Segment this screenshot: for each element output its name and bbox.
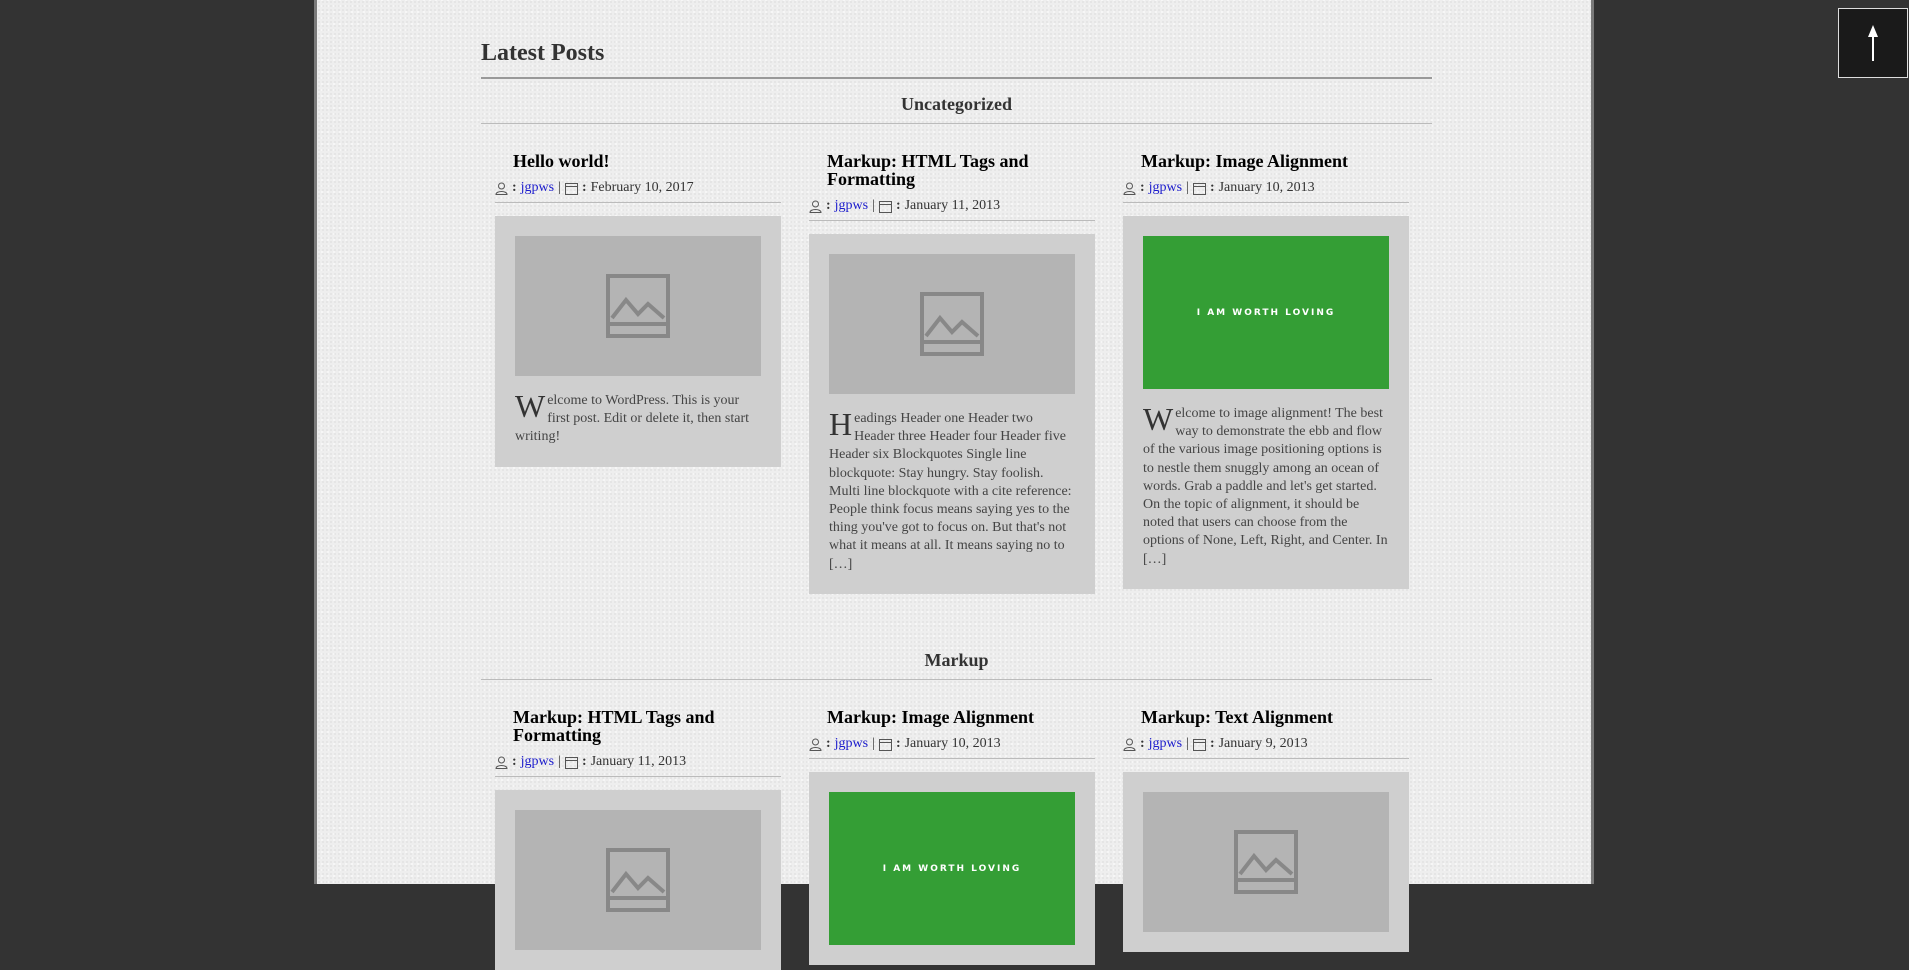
- user-icon: [809, 200, 822, 213]
- post-meta: : jgpws | : January 10, 2013: [1123, 180, 1409, 203]
- post-thumbnail[interactable]: I AM WORTH LOVING: [1143, 236, 1389, 389]
- post-date: February 10, 2017: [590, 180, 694, 195]
- calendar-icon: [1192, 182, 1206, 195]
- category-title[interactable]: Uncategorized: [481, 94, 1432, 124]
- page-container: Latest Posts Uncategorized Hello world! …: [314, 0, 1594, 970]
- post-title[interactable]: Markup: Text Alignment: [1123, 708, 1409, 726]
- author-link[interactable]: jgpws: [521, 754, 554, 770]
- post-excerpt-card: [1123, 772, 1409, 952]
- author-link[interactable]: jgpws: [835, 736, 868, 752]
- author-link[interactable]: jgpws: [521, 180, 554, 196]
- calendar-icon: [564, 182, 578, 195]
- post-excerpt: Welcome to WordPress. This is your first…: [515, 388, 749, 445]
- scroll-to-top-button[interactable]: [1838, 8, 1908, 78]
- post-excerpt: Headings Header one Header two Header th…: [829, 406, 1072, 572]
- post-card: Markup: HTML Tags and Formatting : jgpws…: [809, 152, 1095, 594]
- post-meta: : jgpws | : January 10, 2013: [809, 736, 1095, 759]
- post-thumbnail[interactable]: [515, 810, 761, 950]
- post-date: January 10, 2013: [904, 736, 1001, 751]
- user-icon: [1123, 738, 1136, 751]
- post-card: Markup: Image Alignment : jgpws | : Janu…: [1123, 152, 1409, 589]
- post-meta: : jgpws | : January 9, 2013: [1123, 736, 1409, 759]
- image-placeholder-icon: [606, 274, 670, 338]
- post-title[interactable]: Markup: HTML Tags and Formatting: [809, 152, 1095, 188]
- post-date: January 11, 2013: [904, 198, 1001, 213]
- user-icon: [495, 182, 508, 195]
- calendar-icon: [878, 738, 892, 751]
- post-title[interactable]: Markup: HTML Tags and Formatting: [495, 708, 781, 744]
- user-icon: [1123, 182, 1136, 195]
- post-title[interactable]: Markup: Image Alignment: [1123, 152, 1409, 170]
- meta-separator: |: [872, 198, 875, 213]
- post-excerpt-card: Headings Header one Header two Header th…: [809, 234, 1095, 594]
- section-heading: Latest Posts: [481, 40, 1432, 79]
- post-meta: : jgpws | : January 11, 2013: [809, 198, 1095, 221]
- author-link[interactable]: jgpws: [1149, 736, 1182, 752]
- post-card: Markup: Image Alignment : jgpws | : Janu…: [809, 708, 1095, 965]
- post-excerpt-card: [495, 790, 781, 970]
- image-placeholder-icon: [1234, 830, 1298, 894]
- post-excerpt: Welcome to image alignment! The best way…: [1143, 401, 1388, 567]
- meta-separator: |: [558, 754, 561, 769]
- post-meta: : jgpws | : February 10, 2017: [495, 180, 781, 203]
- category-title[interactable]: Markup: [481, 650, 1432, 680]
- thumbnail-caption: I AM WORTH LOVING: [1196, 307, 1336, 318]
- post-meta: : jgpws | : January 11, 2013: [495, 754, 781, 777]
- post-card: Markup: Text Alignment : jgpws | : Janua…: [1123, 708, 1409, 952]
- thumbnail-caption: I AM WORTH LOVING: [882, 863, 1022, 874]
- post-card: Hello world! : jgpws | : February 10, 20…: [495, 152, 781, 467]
- arrow-up-icon: [1868, 25, 1878, 61]
- meta-separator: |: [1186, 180, 1189, 195]
- meta-separator: |: [1186, 736, 1189, 751]
- post-title[interactable]: Markup: Image Alignment: [809, 708, 1095, 726]
- image-placeholder-icon: [606, 848, 670, 912]
- user-icon: [495, 756, 508, 769]
- meta-separator: |: [558, 180, 561, 195]
- post-thumbnail[interactable]: [515, 236, 761, 376]
- calendar-icon: [878, 200, 892, 213]
- post-date: January 10, 2013: [1218, 180, 1315, 195]
- post-title[interactable]: Hello world!: [495, 152, 781, 170]
- user-icon: [809, 738, 822, 751]
- calendar-icon: [564, 756, 578, 769]
- post-excerpt-card: Welcome to WordPress. This is your first…: [495, 216, 781, 467]
- post-thumbnail[interactable]: [829, 254, 1075, 394]
- meta-separator: |: [872, 736, 875, 751]
- author-link[interactable]: jgpws: [1149, 180, 1182, 196]
- post-thumbnail[interactable]: [1143, 792, 1389, 932]
- post-date: January 11, 2013: [590, 754, 687, 769]
- calendar-icon: [1192, 738, 1206, 751]
- post-excerpt-card: I AM WORTH LOVING: [809, 772, 1095, 965]
- post-thumbnail[interactable]: I AM WORTH LOVING: [829, 792, 1075, 945]
- post-date: January 9, 2013: [1218, 736, 1308, 751]
- post-card: Markup: HTML Tags and Formatting : jgpws…: [495, 708, 781, 970]
- image-placeholder-icon: [920, 292, 984, 356]
- author-link[interactable]: jgpws: [835, 198, 868, 214]
- post-excerpt-card: I AM WORTH LOVING Welcome to image align…: [1123, 216, 1409, 589]
